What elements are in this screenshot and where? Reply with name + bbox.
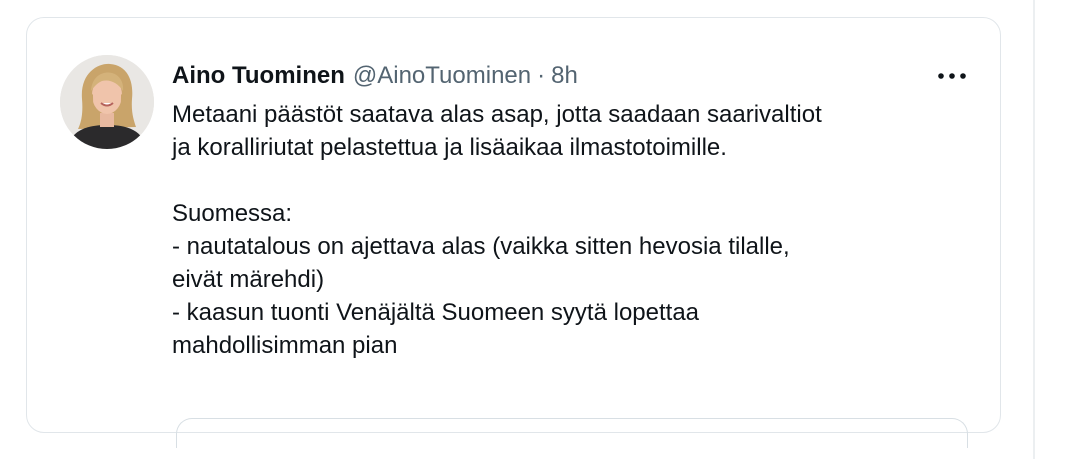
- column-divider: [1033, 0, 1035, 459]
- tweet-text-line: Suomessa:: [172, 200, 293, 227]
- tweet-timestamp[interactable]: 8h: [551, 58, 578, 94]
- embedded-card-peek[interactable]: [176, 418, 968, 448]
- tweet-text-line: ja koralliriutat pelastettua ja lisäaika…: [172, 134, 727, 161]
- tweet-header: Aino Tuominen @AinoTuominen · 8h: [172, 58, 578, 94]
- ellipsis-horizontal-icon: [938, 73, 966, 79]
- author-avatar[interactable]: [60, 55, 154, 149]
- tweet-text-line: mahdollisimman pian: [172, 332, 398, 359]
- avatar-portrait-icon: [60, 55, 154, 149]
- tweet-text-line: eivät märehdi): [172, 266, 325, 293]
- tweet-text-line: Metaani päästöt saatava alas asap, jotta…: [172, 101, 822, 128]
- tweet-text-line: - nautatalous on ajettava alas (vaikka s…: [172, 233, 790, 260]
- tweet-text: Metaani päästöt saatava alas asap, jotta…: [172, 98, 972, 362]
- page: Aino Tuominen @AinoTuominen · 8h Metaani…: [0, 0, 1080, 459]
- header-separator: ·: [537, 62, 546, 89]
- author-name[interactable]: Aino Tuominen: [172, 58, 345, 94]
- author-handle[interactable]: @AinoTuominen: [353, 58, 531, 94]
- tweet-text-line: - kaasun tuonti Venäjältä Suomeen syytä …: [172, 299, 700, 326]
- more-options-button[interactable]: [932, 62, 972, 90]
